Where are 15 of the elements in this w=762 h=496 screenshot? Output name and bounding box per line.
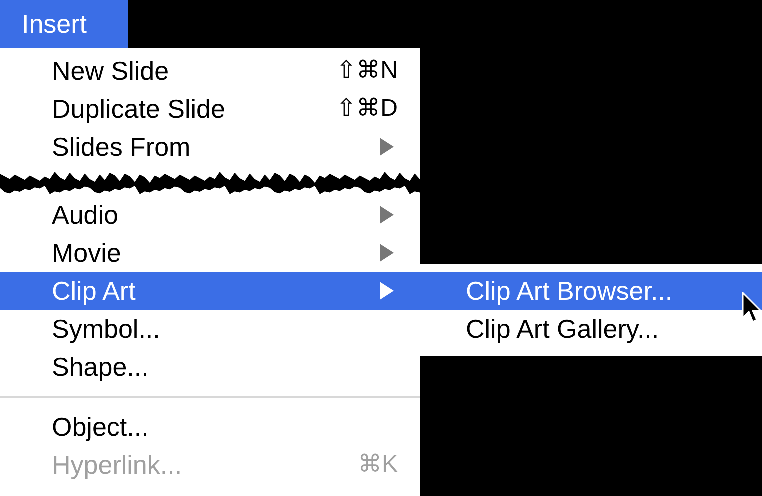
menu-bar-title[interactable]: Insert — [0, 0, 128, 48]
menu-item[interactable]: Symbol... — [0, 310, 420, 348]
menu-item[interactable]: Audio — [0, 196, 420, 234]
shortcut-label: ⌘K — [358, 450, 398, 480]
menu-item[interactable]: Object... — [0, 408, 420, 446]
submenu-item[interactable]: Clip Art Gallery... — [420, 310, 762, 348]
menu-item[interactable]: Slides From — [0, 128, 420, 166]
menu-item[interactable]: Duplicate Slide ⇧⌘D — [0, 90, 420, 128]
menu-item[interactable]: Clip Art — [0, 272, 420, 310]
submenu-item[interactable]: Clip Art Browser... — [420, 272, 762, 310]
menu-item[interactable]: Shape... — [0, 348, 420, 386]
shortcut-label: ⇧⌘D — [336, 94, 398, 124]
menu-item[interactable]: New Slide ⇧⌘N — [0, 52, 420, 90]
shortcut-label: ⇧⌘N — [336, 56, 398, 86]
menu-item[interactable]: Movie — [0, 234, 420, 272]
